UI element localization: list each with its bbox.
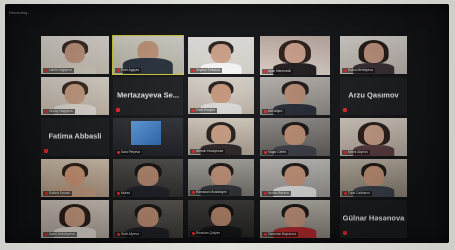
muted-mic-icon [343,108,347,112]
participant-tile-10[interactable]: Arzu Qasımov [340,77,407,115]
muted-mic-icon [192,109,195,112]
participant-name-tag: Farid Rzayev [190,108,217,113]
participant-tile-9[interactable]: Ulvi Aliyev [260,77,330,115]
muted-mic-icon [45,192,48,195]
muted-mic-icon [264,233,267,236]
participant-tile-18[interactable]: Ramazan Mustafayev [188,159,254,196]
participant-tile-4[interactable]: Ayan Memmedli [260,36,330,75]
participant-name-tag: Kubra Mehdiyeva [342,68,375,73]
participant-name: Tural Cabbarov [348,191,370,195]
participant-tile-21[interactable]: Aysel Abdullayeva [41,200,109,238]
participant-name: Ramazan Mustafayev [196,190,227,194]
participant-name-tag: Nurlan Bekirov [262,191,291,196]
muted-mic-icon [192,69,195,72]
participant-tile-17[interactable]: Murad [113,159,183,197]
muted-mic-icon [117,233,120,236]
participant-name: Farid Rzayev [196,108,215,112]
recording-indicator: Recording... [9,10,31,15]
muted-mic-icon [264,151,267,154]
participant-tile-20[interactable]: Tural Cabbarov [340,159,407,197]
participant-name-tag: Tamerlan Bayramov [262,232,299,237]
participant-name: Murad [121,191,131,195]
participant-name-tag: Seymur Sultanov [190,68,223,73]
muted-mic-icon [192,232,195,235]
muted-mic-icon [264,192,267,195]
participant-tile-13[interactable]: Nermin Huseynova [188,118,254,155]
participant-tile-5[interactable]: Kubra Mehdiyeva [340,36,407,74]
participant-name: Gunay Nagiyeva [49,109,73,113]
participant-name: Ulvi Aliyev [268,109,283,113]
muted-mic-icon [116,108,120,112]
muted-mic-icon [344,151,347,154]
participant-name-tag: Ramazan Mustafayev [190,190,229,195]
muted-mic-icon [117,192,120,195]
muted-mic-icon [117,151,120,154]
participant-name: Nurlan Bekirov [268,191,289,195]
participant-tile-1[interactable]: Lalele Nagiyeva [41,36,109,74]
participant-name-tag: Aysel Abdullayeva [43,232,77,237]
muted-mic-icon [264,70,267,73]
participant-name-tag: Murad [115,191,133,196]
participant-name: Seymur Sultanov [196,68,221,72]
video-gallery: Recording... Lalele Nagiyeva Elvin Agaye… [5,4,449,243]
participant-tile-2[interactable]: Elvin Agayev [112,35,184,75]
muted-mic-icon [45,233,48,236]
participant-name: Elvin Agayev [121,68,140,72]
participant-display-name: Mertazayeva Se... [116,90,180,100]
participant-tile-14[interactable]: Vugar Ceferli [260,118,330,156]
participant-name-tag: Sevil Aliyeva [115,232,141,237]
muted-mic-icon [45,69,48,72]
participant-name: Sara Piriyeva [121,150,140,154]
participant-display-name: Gülnar Həsənova [342,213,405,223]
muted-mic-icon [343,231,347,235]
participant-tile-22[interactable]: Sevil Aliyeva [113,200,183,238]
participant-name-tag: Melek Aliyeva [342,150,370,155]
participant-name: Vugar Ceferli [268,150,287,154]
participant-name-tag: Sabina Eyvazli [43,191,72,196]
participant-name-tag: Gunay Nagiyeva [43,109,75,114]
participant-tile-23[interactable]: Rovshan Quliyev [188,200,254,237]
participant-name-tag: Vugar Ceferli [262,150,289,155]
participant-name-tag: Sara Piriyeva [115,150,142,155]
muted-mic-icon [117,69,120,72]
participant-display-name: Arzu Qasımov [348,90,399,100]
participant-name-tag: Lalele Nagiyeva [43,68,74,73]
participant-tile-11[interactable]: Fatima Abbasli [41,118,109,156]
participant-tile-8[interactable]: Farid Rzayev [188,77,254,114]
participant-tile-15[interactable]: Melek Aliyeva [340,118,407,156]
participant-name-tag: Tural Cabbarov [342,191,372,196]
participant-name-tag: Ayan Memmedli [262,69,293,74]
participant-name: Sabina Eyvazli [49,191,70,195]
participant-name: Nermin Huseynova [196,149,224,153]
participant-display-name: Fatima Abbasli [48,131,102,141]
participant-name-tag: Ulvi Aliyev [262,109,285,114]
muted-mic-icon [192,150,195,153]
participant-tile-3[interactable]: Seymur Sultanov [188,37,254,74]
participant-name: Kubra Mehdiyeva [348,68,373,72]
participant-name: Ayan Memmedli [268,69,291,73]
participant-name: Sevil Aliyeva [121,232,139,236]
muted-mic-icon [264,110,267,113]
muted-mic-icon [344,192,347,195]
participant-name: Tamerlan Bayramov [268,232,297,236]
participant-tile-7[interactable]: Mertazayeva Se... [113,77,183,115]
muted-mic-icon [44,149,48,153]
participant-name: Rovshan Quliyev [196,231,221,235]
participant-tile-6[interactable]: Gunay Nagiyeva [41,77,109,115]
participant-name-tag: Nermin Huseynova [190,149,226,154]
muted-mic-icon [344,69,347,72]
participant-name-tag: Rovshan Quliyev [190,231,223,236]
participant-tile-16[interactable]: Sabina Eyvazli [41,159,109,197]
muted-mic-icon [192,191,195,194]
participant-tile-25[interactable]: Gülnar Həsənova [340,200,407,238]
muted-mic-icon [45,110,48,113]
participant-tile-12[interactable]: Sara Piriyeva [113,118,183,156]
participant-tile-24[interactable]: Tamerlan Bayramov [260,200,330,238]
participant-name-tag: Elvin Agayev [115,68,142,73]
participant-name: Aysel Abdullayeva [49,232,75,236]
participant-tile-19[interactable]: Nurlan Bekirov [260,159,330,197]
participant-name: Melek Aliyeva [348,150,368,154]
participant-name: Lalele Nagiyeva [49,68,72,72]
